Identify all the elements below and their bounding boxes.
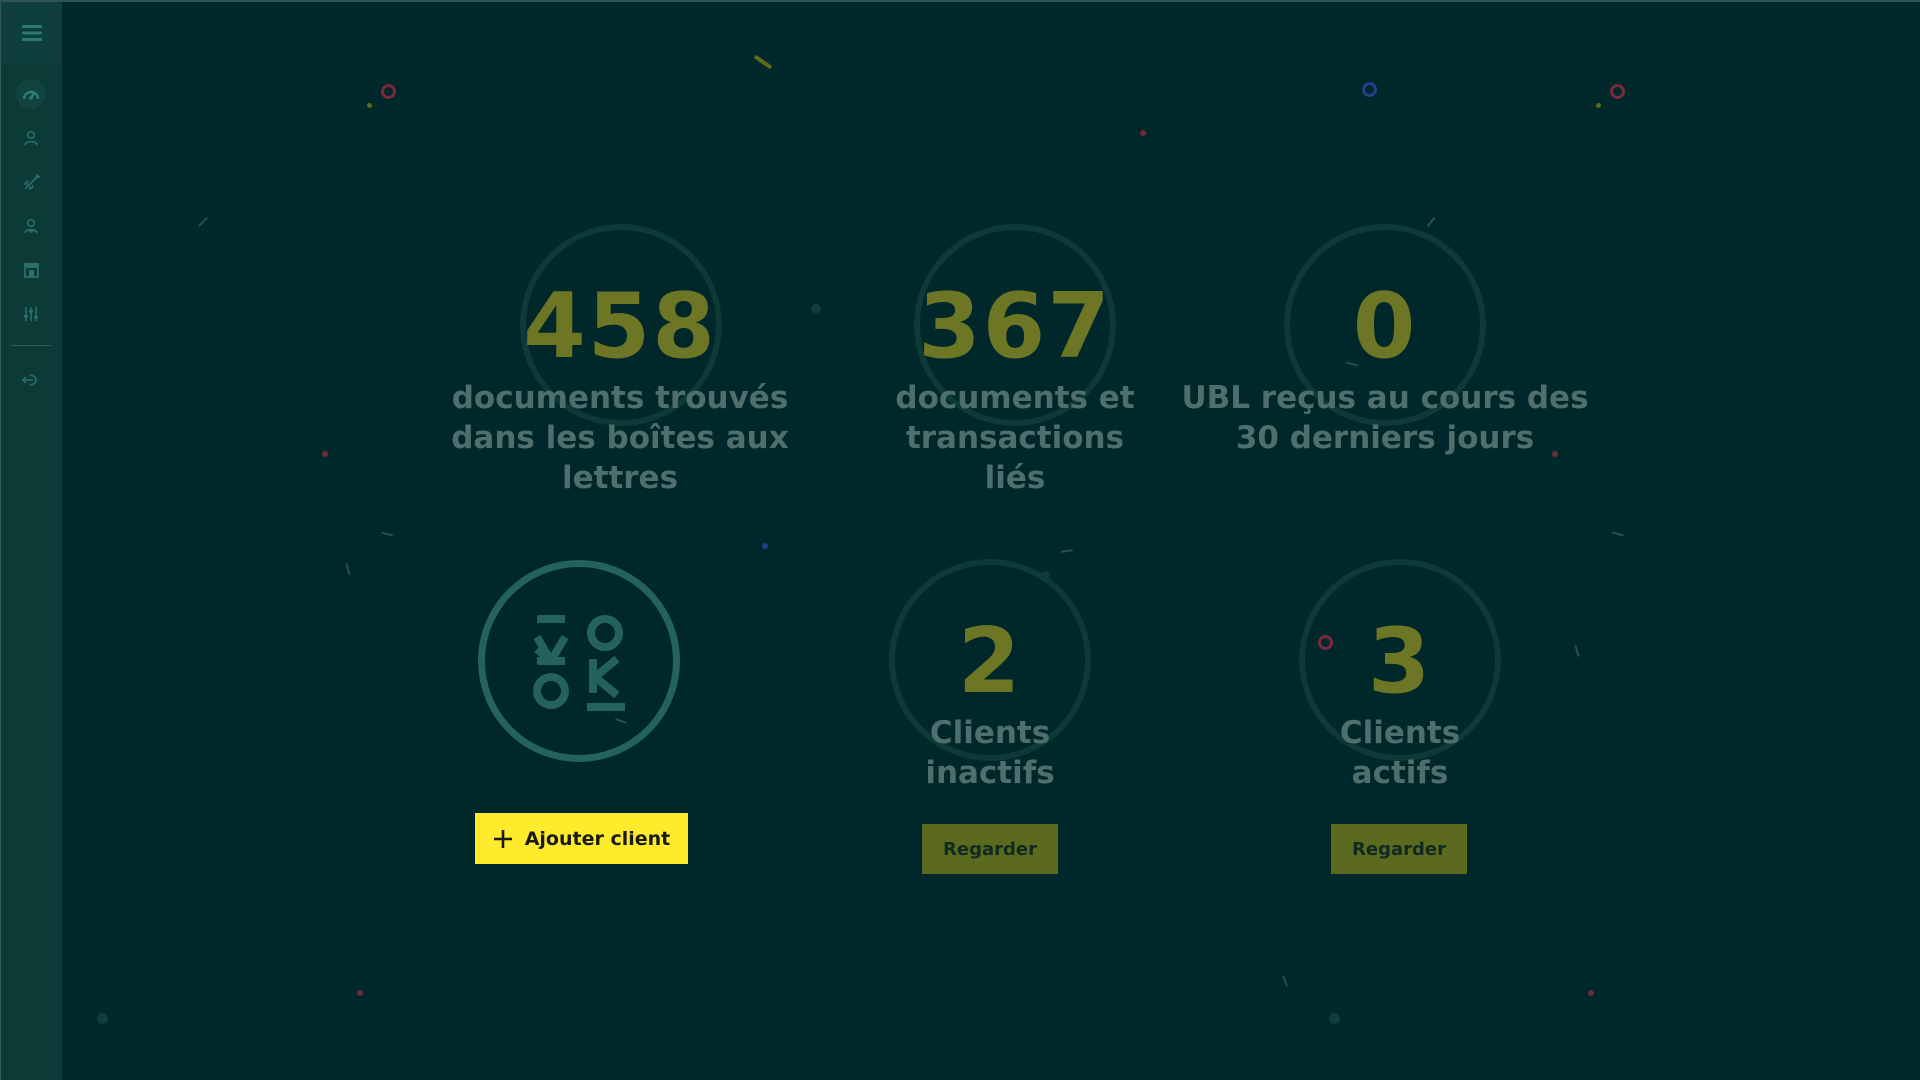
stat-inactive-clients: 2 Clients inactifs — [840, 559, 1140, 799]
active-clients-count: 3 — [1367, 609, 1433, 714]
sidebar-item-users[interactable] — [16, 211, 46, 241]
ubl-received-count: 0 — [1352, 274, 1418, 379]
sliders-icon — [23, 306, 39, 322]
view-inactive-clients-button[interactable]: Regarder — [922, 824, 1058, 874]
sidebar-item-dashboard[interactable] — [16, 79, 46, 109]
plus-icon — [493, 829, 513, 849]
linked-documents-label: documents et transactions liés — [895, 380, 1135, 496]
add-client-label: Ajouter client — [524, 827, 671, 850]
linked-documents-count: 367 — [918, 274, 1112, 379]
sidebar — [0, 2, 62, 1080]
hamburger-menu-icon — [21, 24, 42, 42]
inactive-clients-label: Clients inactifs — [925, 715, 1055, 791]
sidebar-item-settings[interactable] — [16, 299, 46, 329]
okioki-logo — [478, 560, 680, 762]
sidebar-item-logout[interactable] — [16, 365, 46, 395]
view-active-clients-button[interactable]: Regarder — [1331, 824, 1467, 874]
add-client-button[interactable]: Ajouter client — [475, 813, 688, 864]
sidebar-divider — [11, 345, 51, 346]
stat-linked-documents: 367 documents et transactions liés — [860, 224, 1170, 524]
app-window: 458 documents trouvés dans les boîtes au… — [0, 0, 1920, 1080]
sidebar-item-store[interactable] — [16, 255, 46, 285]
hamburger-menu-button[interactable] — [1, 2, 62, 64]
sidebar-item-user[interactable] — [16, 123, 46, 153]
active-clients-label: Clients actifs — [1339, 715, 1461, 791]
store-icon — [23, 262, 40, 278]
rocket-icon — [23, 173, 40, 191]
okioki-logo-icon — [529, 611, 629, 711]
ubl-received-label: UBL reçus au cours des 30 derniers jours — [1181, 380, 1589, 456]
sidebar-item-rocket[interactable] — [16, 167, 46, 197]
documents-found-count: 458 — [523, 274, 717, 379]
stat-active-clients: 3 Clients actifs — [1250, 559, 1550, 799]
users-icon — [22, 218, 40, 234]
inactive-clients-count: 2 — [957, 609, 1023, 714]
stat-ubl-received: 0 UBL reçus au cours des 30 derniers jou… — [1180, 224, 1590, 504]
dashboard-gauge-icon — [22, 87, 40, 101]
documents-found-label: documents trouvés dans les boîtes aux le… — [451, 380, 789, 496]
user-icon — [23, 130, 39, 146]
stat-documents-found: 458 documents trouvés dans les boîtes au… — [400, 224, 840, 504]
logout-icon — [22, 373, 40, 387]
